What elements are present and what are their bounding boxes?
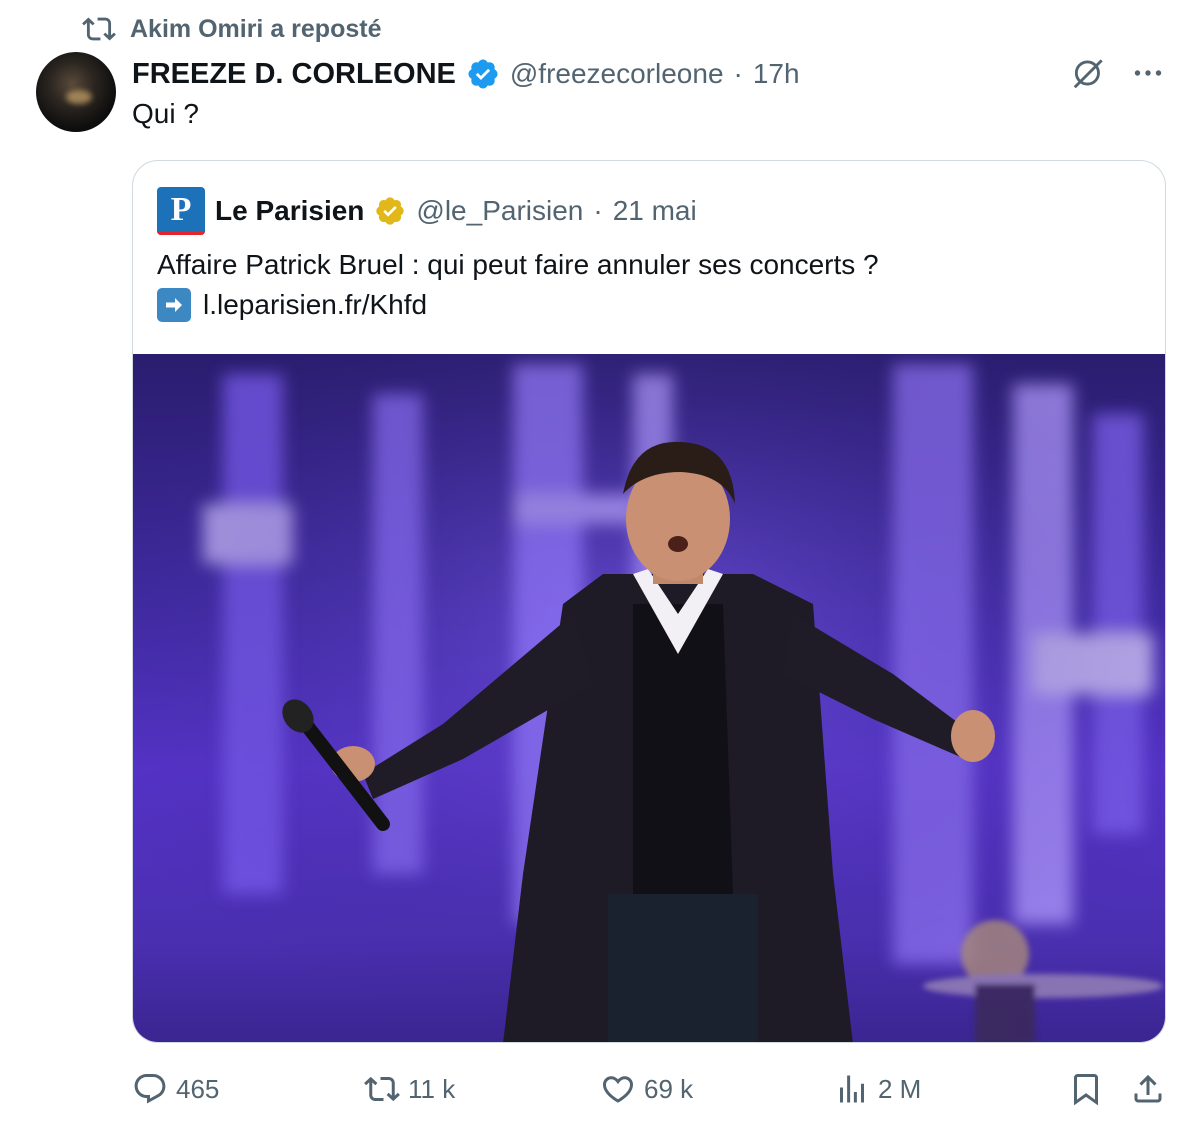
quoted-tweet-header: P Le Parisien @le_Parisien · 21 mai: [157, 187, 697, 235]
more-options-icon[interactable]: [1130, 55, 1166, 91]
repost-context[interactable]: Akim Omiri a reposté: [82, 12, 381, 46]
reply-button[interactable]: 465: [132, 1064, 219, 1114]
tweet-top-actions: [1070, 54, 1166, 92]
gold-verified-badge-icon[interactable]: [374, 195, 406, 227]
share-icon: [1134, 1074, 1162, 1103]
tweet-text: Qui ?: [132, 98, 199, 129]
separator-dot: ·: [733, 58, 743, 89]
timestamp[interactable]: 17h: [753, 58, 800, 90]
quoted-tweet[interactable]: P Le Parisien @le_Parisien · 21 mai Affa…: [132, 160, 1166, 1043]
views-chart-icon: [840, 1075, 864, 1103]
verified-badge-icon[interactable]: [466, 57, 500, 91]
views-count: 2 M: [878, 1073, 922, 1104]
quoted-link[interactable]: l.leparisien.fr/Khfd: [203, 285, 427, 325]
logo-letter: P: [170, 191, 192, 228]
tweet[interactable]: Akim Omiri a reposté FREEZE D. CORLEONE …: [0, 0, 1188, 1130]
quoted-headline: Affaire Patrick Bruel : qui peut faire a…: [157, 249, 879, 280]
views-button[interactable]: 2 M: [834, 1064, 921, 1114]
right-arrow-emoji-icon: [157, 288, 191, 322]
quoted-handle[interactable]: @le_Parisien: [416, 195, 583, 227]
like-button[interactable]: 69 k: [600, 1064, 693, 1114]
display-name[interactable]: FREEZE D. CORLEONE: [132, 58, 456, 91]
quoted-tweet-text: Affaire Patrick Bruel : qui peut faire a…: [157, 245, 1137, 325]
repost-text: Akim Omiri a reposté: [130, 14, 382, 43]
le-parisien-logo[interactable]: P: [157, 187, 205, 235]
repost-count: 11 k: [408, 1073, 456, 1104]
quoted-separator-dot: ·: [593, 195, 603, 226]
like-count: 69 k: [644, 1073, 694, 1104]
concert-photo[interactable]: [133, 354, 1165, 1042]
action-bar: 465 11 k 69 k 2 M: [132, 1064, 1168, 1114]
author-handle[interactable]: @freezecorleone: [510, 58, 724, 90]
repost-icon: [82, 17, 116, 41]
share-button[interactable]: [1130, 1064, 1166, 1114]
tweet-header: FREEZE D. CORLEONE @freezecorleone · 17h: [132, 54, 800, 94]
bookmark-button[interactable]: [1068, 1064, 1104, 1114]
concert-illustration: [133, 354, 1165, 1042]
quoted-timestamp[interactable]: 21 mai: [613, 195, 697, 227]
bookmark-icon: [1074, 1074, 1098, 1106]
repost-button[interactable]: 11 k: [364, 1064, 455, 1114]
grok-icon[interactable]: [1070, 54, 1108, 92]
avatar[interactable]: [36, 52, 116, 132]
reply-icon: [134, 1074, 166, 1104]
heart-icon: [602, 1076, 634, 1103]
quoted-display-name[interactable]: Le Parisien: [215, 195, 364, 227]
repost-action-icon: [364, 1076, 400, 1102]
quoted-link-line: l.leparisien.fr/Khfd: [157, 285, 1137, 325]
reply-count: 465: [176, 1073, 220, 1104]
